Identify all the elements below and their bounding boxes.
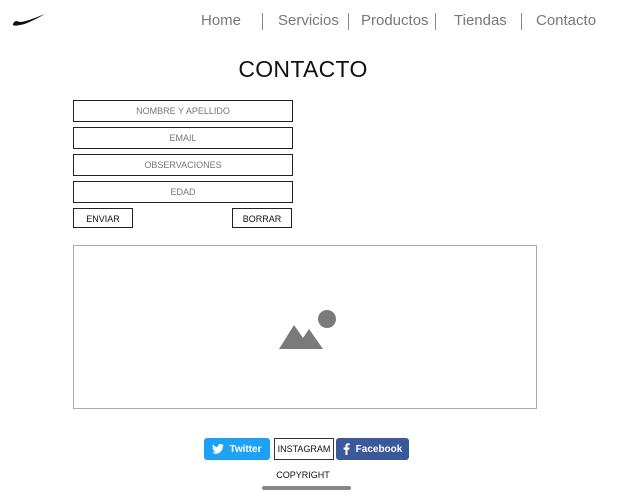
horizontal-scrollbar[interactable] <box>262 486 351 490</box>
nav-home-link[interactable]: Home <box>201 12 241 29</box>
facebook-label: Facebook <box>355 443 403 455</box>
twitter-label: Twitter <box>229 443 262 455</box>
email-field[interactable] <box>73 127 293 149</box>
observations-field[interactable] <box>73 154 293 176</box>
name-field[interactable] <box>73 100 293 122</box>
page-title: CONTACTO <box>238 56 368 82</box>
nav-productos-link[interactable]: Productos <box>361 12 429 29</box>
nav-contacto-link[interactable]: Contacto <box>536 12 596 29</box>
image-placeholder <box>73 245 537 409</box>
nav-separator <box>348 13 349 30</box>
submit-button[interactable]: ENVIAR <box>73 208 133 228</box>
facebook-button[interactable]: Facebook <box>336 438 409 460</box>
nav-separator <box>521 13 522 30</box>
nav-separator <box>435 13 436 30</box>
twitter-button[interactable]: Twitter <box>204 438 270 460</box>
nav-servicios-link[interactable]: Servicios <box>278 12 339 29</box>
age-field[interactable] <box>73 181 293 203</box>
twitter-icon <box>212 444 225 454</box>
facebook-icon <box>343 443 350 455</box>
reset-button[interactable]: BORRAR <box>232 208 292 228</box>
main-nav: Home Servicios Productos Tiendas Contact… <box>0 0 630 40</box>
nav-tiendas-link[interactable]: Tiendas <box>454 12 507 29</box>
copyright-text: COPYRIGHT <box>276 470 330 480</box>
instagram-button[interactable]: INSTAGRAM <box>274 438 334 460</box>
nav-separator <box>262 13 263 30</box>
image-placeholder-icon <box>279 310 336 349</box>
